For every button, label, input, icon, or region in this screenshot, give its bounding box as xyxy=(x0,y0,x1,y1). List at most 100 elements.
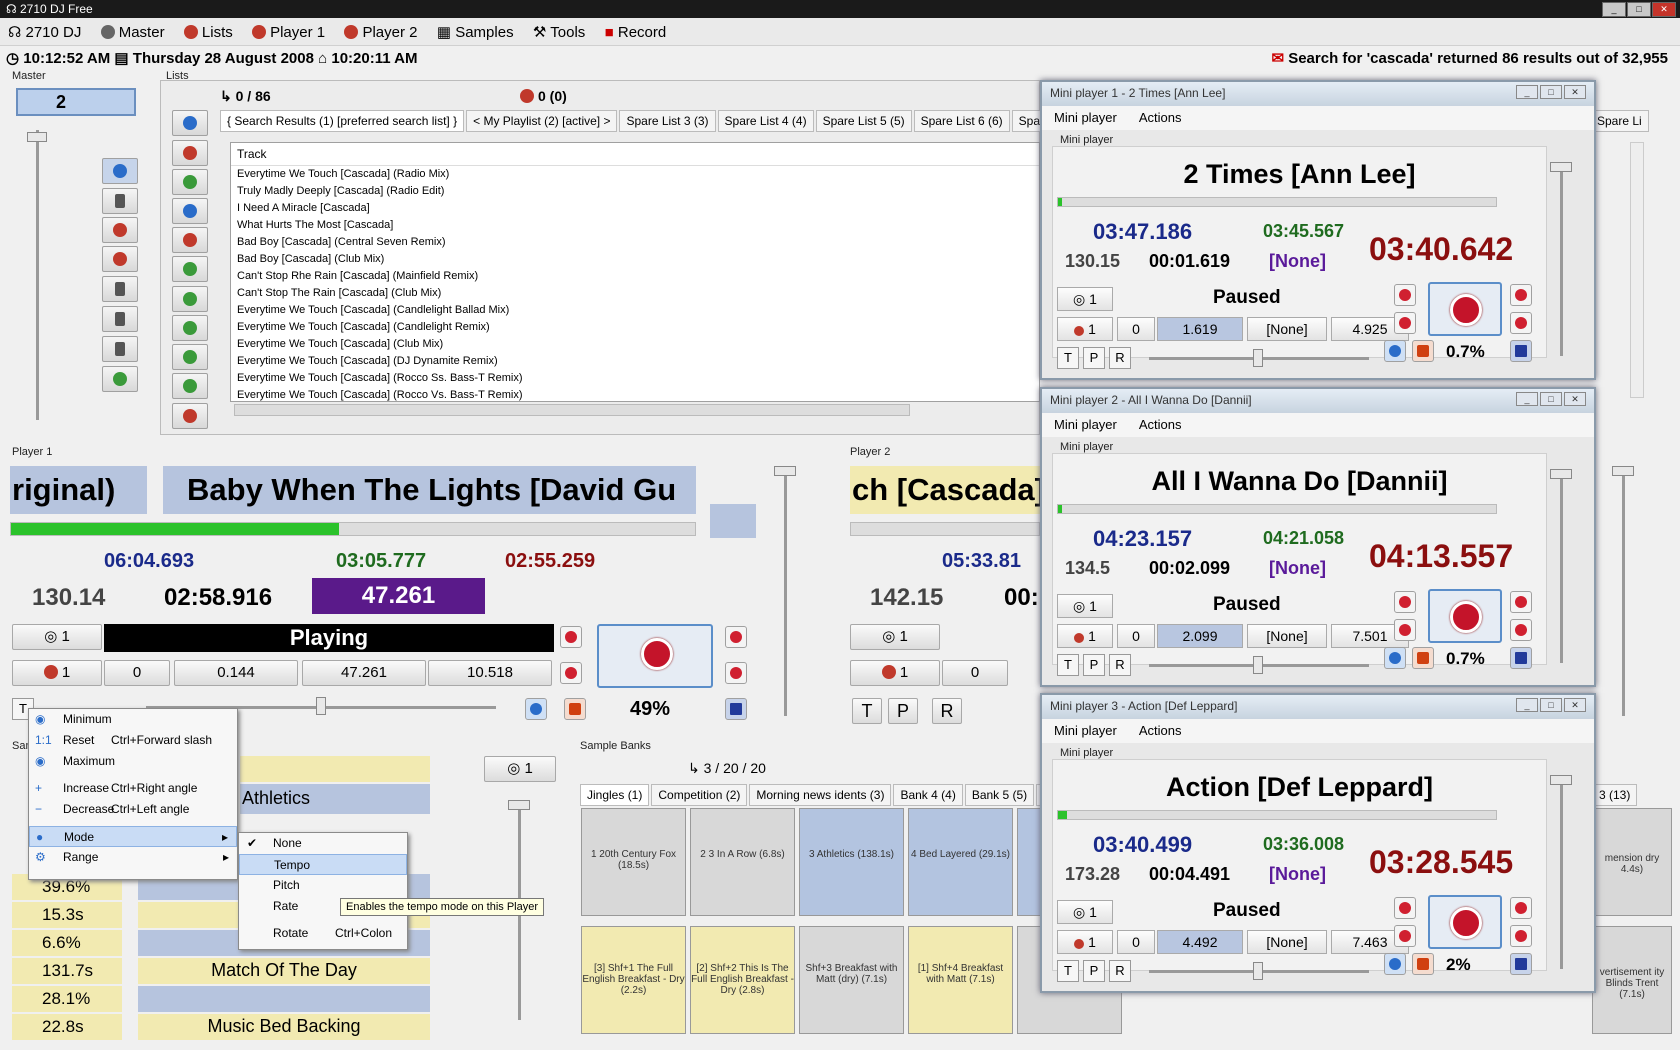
mini-progress-bar[interactable] xyxy=(1057,504,1497,514)
mini-small-btn-3[interactable] xyxy=(1510,591,1532,613)
player1-field-3[interactable]: 47.261 xyxy=(302,660,426,686)
mini-small-btn-4[interactable] xyxy=(1510,312,1532,334)
mini-close-button[interactable]: ✕ xyxy=(1564,85,1586,99)
mini-maximize-button[interactable]: □ xyxy=(1540,392,1562,406)
mini-record-button[interactable] xyxy=(1412,340,1434,362)
ctx-item-decrease[interactable]: − Decrease Ctrl+Left angle xyxy=(29,799,237,820)
player1-volume-thumb[interactable] xyxy=(774,466,796,476)
tab-spare-list-6[interactable]: Spare List 6 (6) xyxy=(913,110,1010,132)
mini-loop-button[interactable]: 1 xyxy=(1057,930,1113,954)
menu-master[interactable]: Master xyxy=(93,19,173,46)
track-row[interactable]: Everytime We Touch [Cascada] (Rocco Vs. … xyxy=(231,387,1039,404)
sample-pad[interactable]: [1] Shf+4 Breakfast with Matt (7.1s) xyxy=(908,926,1013,1034)
mini-field-2[interactable]: 4.492 xyxy=(1157,930,1243,954)
track-row[interactable]: Everytime We Touch [Cascada] (Candleligh… xyxy=(231,319,1039,336)
list-btn-3[interactable] xyxy=(172,169,208,195)
player1-grid-button[interactable] xyxy=(725,698,747,720)
master-output-selector[interactable]: 2 xyxy=(16,88,136,116)
ctx-item-increase[interactable]: + Increase Ctrl+Right angle xyxy=(29,778,237,799)
mini-minimize-button[interactable]: _ xyxy=(1516,85,1538,99)
player1-small-btn-4[interactable] xyxy=(725,662,747,684)
list-btn-5[interactable] xyxy=(172,227,208,253)
player2-progress-bar[interactable] xyxy=(850,522,1040,536)
mini-volume-slider[interactable] xyxy=(1560,473,1563,663)
mini-record-button[interactable] xyxy=(1412,647,1434,669)
mini-small-btn-4[interactable] xyxy=(1510,619,1532,641)
sample-athletics[interactable]: Athletics xyxy=(240,784,430,814)
mini-menu-player[interactable]: Mini player xyxy=(1054,417,1117,432)
player1-cue-button[interactable]: ◎ 1 xyxy=(12,624,102,650)
menu-2710dj[interactable]: ☊ 2710 DJ xyxy=(0,18,89,46)
mini-pause-button[interactable] xyxy=(1428,589,1502,643)
mini-small-btn-4[interactable] xyxy=(1510,925,1532,947)
player2-loop-button[interactable]: 1 xyxy=(850,660,940,686)
track-row[interactable]: Everytime We Touch [Cascada] (Rocco Ss. … xyxy=(231,370,1039,387)
tab-bank-4[interactable]: Bank 4 (4) xyxy=(893,784,963,806)
mini-loop-button[interactable]: 1 xyxy=(1057,317,1113,341)
tab-spare-list-4[interactable]: Spare List 4 (4) xyxy=(717,110,814,132)
mini-field-3[interactable]: [None] xyxy=(1247,930,1327,954)
master-btn-5[interactable] xyxy=(102,276,138,302)
mini-close-button[interactable]: ✕ xyxy=(1564,698,1586,712)
mini-cue-button[interactable]: ◎ 1 xyxy=(1057,594,1113,618)
ctx-item-range[interactable]: ⚙ Range ▸ xyxy=(29,847,237,868)
track-row[interactable]: Everytime We Touch [Cascada] (Radio Mix) xyxy=(231,166,1039,183)
mini-r-button[interactable]: R xyxy=(1109,654,1131,676)
close-button[interactable]: ✕ xyxy=(1652,2,1676,17)
menu-lists[interactable]: Lists xyxy=(176,19,241,46)
player1-small-btn-1[interactable] xyxy=(560,626,582,648)
mini-pause-button[interactable] xyxy=(1428,282,1502,336)
mini-menu-actions[interactable]: Actions xyxy=(1139,723,1182,738)
master-btn-8[interactable] xyxy=(102,366,138,392)
track-row[interactable]: What Hurts The Most [Cascada] xyxy=(231,217,1039,234)
list-btn-11[interactable] xyxy=(172,403,208,429)
mini-volume-thumb[interactable] xyxy=(1550,469,1572,479)
mini-close-button[interactable]: ✕ xyxy=(1564,392,1586,406)
mini-small-btn-1[interactable] xyxy=(1394,591,1416,613)
mini-field-2[interactable]: 1.619 xyxy=(1157,317,1243,341)
player2-volume-slider[interactable] xyxy=(1622,466,1625,716)
list-btn-9[interactable] xyxy=(172,344,208,370)
mini-record-button[interactable] xyxy=(1412,953,1434,975)
tab-competition[interactable]: Competition (2) xyxy=(651,784,748,806)
player2-field-1[interactable]: 0 xyxy=(942,660,1008,686)
mini-field-1[interactable]: 0 xyxy=(1117,317,1155,341)
player2-p-button[interactable]: P xyxy=(888,698,918,724)
sample-name[interactable] xyxy=(138,986,430,1012)
track-row[interactable]: Everytime We Touch [Cascada] (Candleligh… xyxy=(231,302,1039,319)
track-list-hscrollbar[interactable] xyxy=(234,404,910,416)
mini-t-button[interactable]: T xyxy=(1057,960,1079,982)
sample-pad-right-1[interactable]: mension dry 4.4s) xyxy=(1592,808,1672,916)
master-btn-2[interactable] xyxy=(102,188,138,214)
player1-volume-slider[interactable] xyxy=(784,466,787,716)
list-btn-6[interactable] xyxy=(172,256,208,282)
player1-small-btn-3[interactable] xyxy=(560,662,582,684)
track-row[interactable]: Bad Boy [Cascada] (Central Seven Remix) xyxy=(231,234,1039,251)
mini-tempo-thumb[interactable] xyxy=(1253,656,1263,674)
player1-field-1[interactable]: 0 xyxy=(104,660,170,686)
track-row[interactable]: Bad Boy [Cascada] (Club Mix) xyxy=(231,251,1039,268)
menu-record[interactable]: ■ Record xyxy=(597,19,675,46)
mini-r-button[interactable]: R xyxy=(1109,960,1131,982)
list-btn-7[interactable] xyxy=(172,286,208,312)
track-row[interactable]: Everytime We Touch [Cascada] (Club Mix) xyxy=(231,336,1039,353)
mini-menu-player[interactable]: Mini player xyxy=(1054,110,1117,125)
master-btn-7[interactable] xyxy=(102,336,138,362)
mini-p-button[interactable]: P xyxy=(1083,347,1105,369)
mini-minimize-button[interactable]: _ xyxy=(1516,392,1538,406)
player1-play-button[interactable] xyxy=(597,624,713,688)
tab-bank-5[interactable]: Bank 5 (5) xyxy=(964,784,1035,806)
sample-pad[interactable]: 3 Athletics (138.1s) xyxy=(799,808,904,916)
sample-pad[interactable]: 1 20th Century Fox (18.5s) xyxy=(581,808,686,916)
mini-tempo-thumb[interactable] xyxy=(1253,962,1263,980)
list-btn-1[interactable] xyxy=(172,110,208,136)
master-btn-6[interactable] xyxy=(102,306,138,332)
submenu-item-rotate[interactable]: Rotate Ctrl+Colon xyxy=(239,923,407,944)
tab-search-results[interactable]: { Search Results (1) [preferred search l… xyxy=(220,110,465,132)
player1-field-4[interactable]: 10.518 xyxy=(428,660,552,686)
mini-maximize-button[interactable]: □ xyxy=(1540,85,1562,99)
sample-pad[interactable]: Shf+3 Breakfast with Matt (dry) (7.1s) xyxy=(799,926,904,1034)
tab-morning-news[interactable]: Morning news idents (3) xyxy=(749,784,892,806)
submenu-item-none[interactable]: ✔ None xyxy=(239,833,407,854)
menu-samples[interactable]: ▦ Samples xyxy=(429,18,522,46)
